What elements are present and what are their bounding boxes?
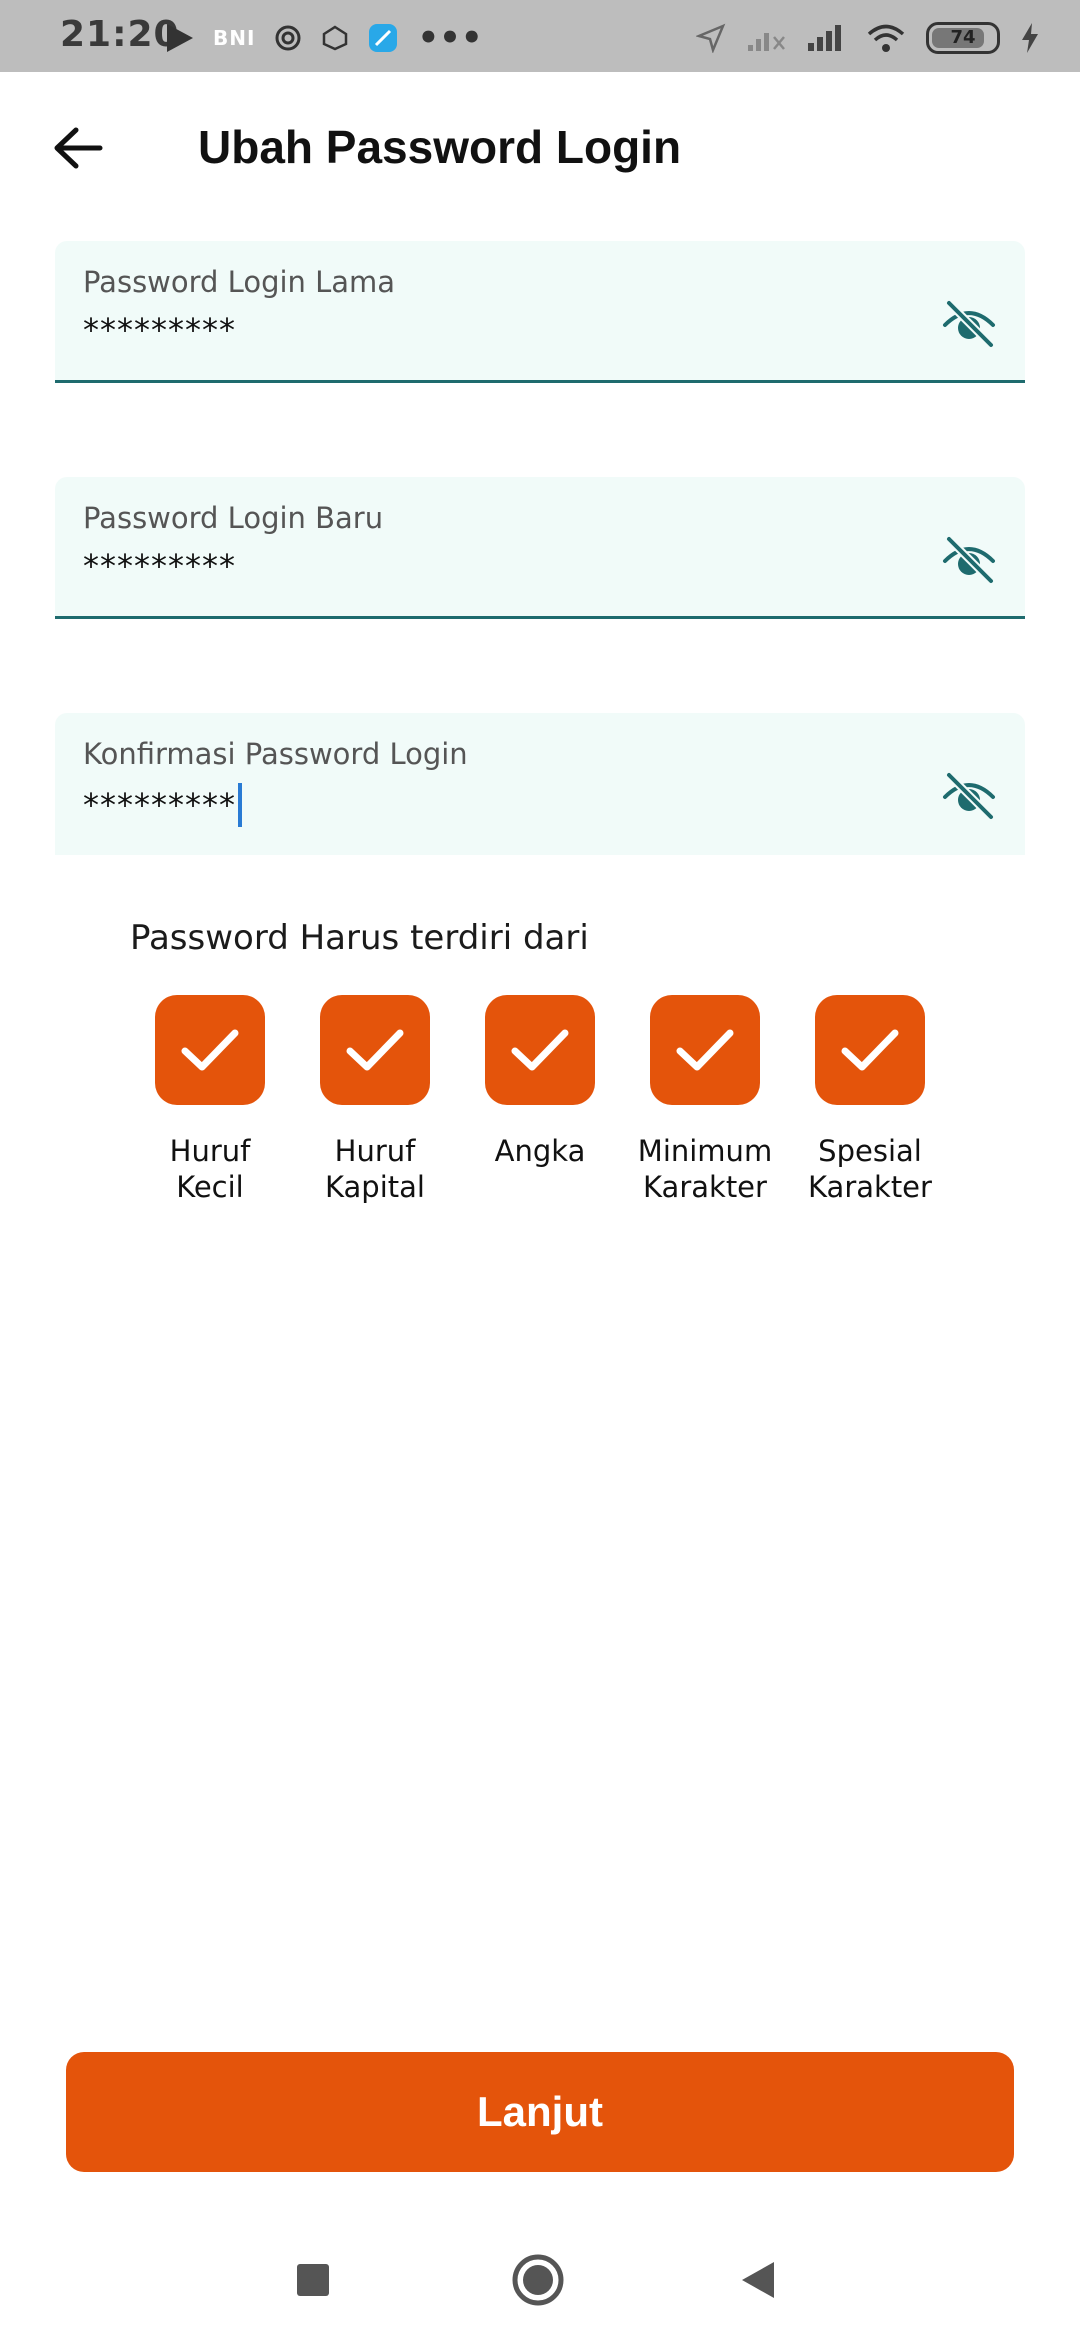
wifi-icon [867,24,905,52]
battery-level: 74 [950,27,976,48]
requirement-min-length: Minimum Karakter [620,995,790,1205]
signal-off-icon [748,33,785,51]
recents-icon [297,2264,329,2296]
requirement-label-line2: Kecil [176,1170,244,1204]
new-password-field[interactable]: Password Login Baru ********* [55,477,1025,619]
confirm-password-value: ********* [83,786,236,824]
requirement-label: Spesial Karakter [785,1133,955,1205]
checkmark-icon [841,1029,899,1071]
settings-icon [275,25,301,51]
checkmark-icon [511,1029,569,1071]
requirement-label-line1: Angka [494,1134,586,1168]
eye-off-icon[interactable] [941,299,997,349]
charging-icon [1022,23,1038,53]
requirement-label: Minimum Karakter [620,1133,790,1205]
home-button[interactable] [508,2250,568,2310]
requirement-label: Huruf Kapital [290,1133,460,1205]
back-nav-icon [742,2262,774,2298]
pattern-icon [323,25,348,51]
requirement-number: Angka [455,995,625,1169]
text-caret [238,783,242,827]
requirement-label-line1: Spesial [818,1134,922,1168]
play-store-icon [167,24,193,52]
recents-button[interactable] [283,2250,343,2310]
requirement-lowercase: Huruf Kecil [125,995,295,1205]
confirm-password-label: Konfirmasi Password Login [83,737,468,771]
requirement-uppercase: Huruf Kapital [290,995,460,1205]
overflow-icon: ••• [417,18,483,58]
status-time: 21:20 [60,14,180,55]
home-icon [512,2254,564,2306]
requirement-label-line2: Karakter [643,1170,767,1204]
requirement-label-line2: Karakter [808,1170,932,1204]
eye-off-icon[interactable] [941,771,997,821]
old-password-label: Password Login Lama [83,265,396,299]
check-box [320,995,430,1105]
check-box [650,995,760,1105]
confirm-password-input[interactable]: ********* [83,783,242,827]
status-right-icons: 74 [696,22,1040,54]
signal-icon [808,25,841,51]
bni-icon: BNI [213,26,256,50]
requirement-special-char: Spesial Karakter [785,995,955,1205]
app-icon [369,24,398,52]
checkmark-icon [676,1029,734,1071]
status-left-icons: BNI ••• [165,18,483,58]
requirement-label: Angka [455,1133,625,1169]
new-password-label: Password Login Baru [83,501,384,535]
back-nav-button[interactable] [728,2250,788,2310]
requirement-label-line2: Kapital [325,1170,425,1204]
check-box [485,995,595,1105]
requirements-title: Password Harus terdiri dari [130,918,589,958]
checkmark-icon [181,1029,239,1071]
eye-off-icon[interactable] [941,535,997,585]
check-box [155,995,265,1105]
requirement-label: Huruf Kecil [125,1133,295,1205]
back-button[interactable] [48,118,108,178]
confirm-password-field[interactable]: Konfirmasi Password Login ********* [55,713,1025,855]
continue-button[interactable]: Lanjut [66,2052,1014,2172]
page-title: Ubah Password Login [198,121,682,173]
navigation-bar [0,2220,1080,2340]
checkmark-icon [346,1029,404,1071]
requirement-label-line1: Huruf [334,1134,416,1168]
arrow-left-icon [54,127,103,169]
old-password-input[interactable]: ********* [83,311,236,349]
status-bar: 21:20 BNI ••• 74 [0,0,1080,72]
new-password-input[interactable]: ********* [83,547,236,585]
location-icon [696,23,726,53]
requirement-label-line1: Huruf [169,1134,251,1168]
old-password-field[interactable]: Password Login Lama ********* [55,241,1025,383]
requirement-label-line1: Minimum [637,1134,773,1168]
battery-icon: 74 [926,22,1000,54]
check-box [815,995,925,1105]
